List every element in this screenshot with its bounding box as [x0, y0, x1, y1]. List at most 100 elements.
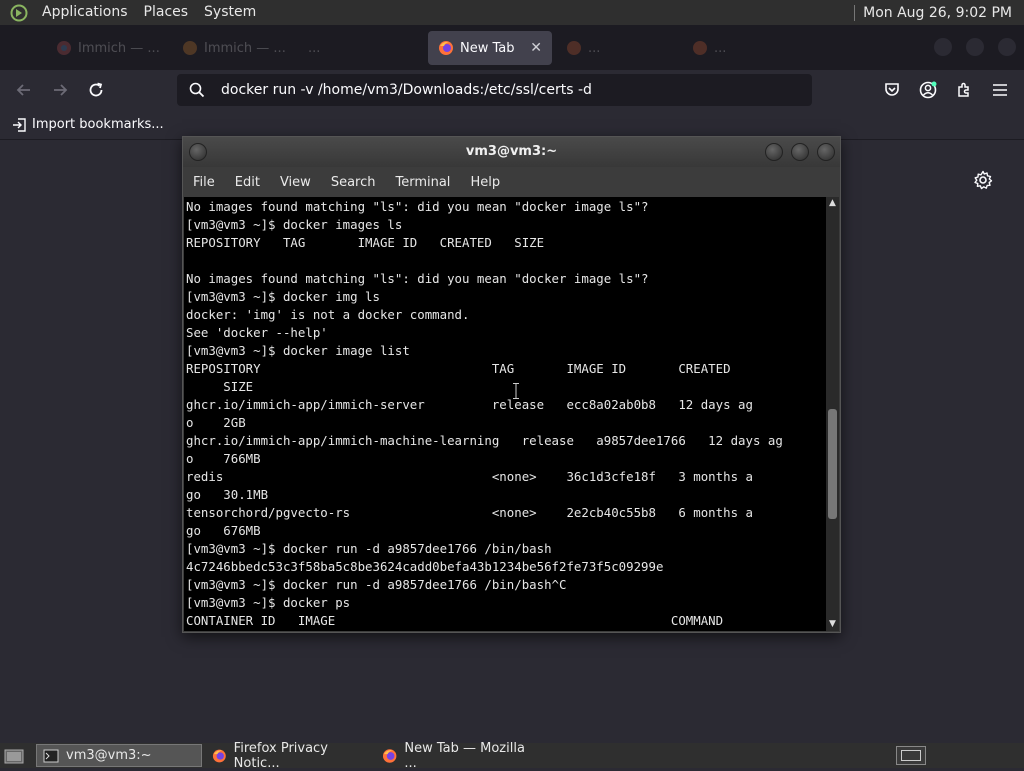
workspace-switcher[interactable]	[896, 746, 926, 765]
menu-edit[interactable]: Edit	[235, 175, 260, 190]
terminal-scrollbar[interactable]: ▲ ▼	[826, 197, 839, 631]
tab-label: Immich — ...	[204, 40, 286, 56]
terminal-line: [vm3@vm3 ~]$ docker image list	[186, 343, 410, 358]
terminal-line: See 'docker --help'	[186, 325, 328, 340]
terminal-line: No images found matching "ls": did you m…	[186, 271, 649, 286]
taskbar-item-firefox-privacy[interactable]: Firefox Privacy Notic...	[206, 741, 372, 771]
tab-bar: Immich — ... Immich — ... ... New Tab ✕ …	[0, 25, 1024, 70]
gear-icon[interactable]	[973, 170, 993, 190]
show-desktop-icon[interactable]	[4, 747, 24, 765]
search-icon	[189, 82, 209, 98]
tab-label: Immich — ...	[78, 40, 160, 56]
terminal-line: REPOSITORY TAG IMAGE ID CREATED	[186, 361, 731, 376]
menu-terminal[interactable]: Terminal	[395, 175, 450, 190]
top-panel: Applications Places System Mon Aug 26, 9…	[0, 0, 1024, 25]
terminal-line: No images found matching "ls": did you m…	[186, 199, 649, 214]
terminal-line: REPOSITORY TAG IMAGE ID CREATED SIZE	[186, 235, 545, 250]
terminal-close-button[interactable]	[817, 143, 835, 161]
terminal-line: [vm3@vm3 ~]$ docker run -d a9857dee1766 …	[186, 541, 552, 556]
scrollbar-thumb[interactable]	[828, 409, 837, 519]
taskbar-label: New Tab — Mozilla ...	[404, 740, 525, 771]
firefox-icon	[693, 41, 707, 55]
terminal-line: docker: 'img' is not a docker command.	[186, 307, 470, 322]
import-bookmarks-link[interactable]: Import bookmarks...	[32, 117, 164, 132]
menu-file[interactable]: File	[193, 175, 215, 190]
terminal-line: o 2GB	[186, 415, 246, 430]
places-menu[interactable]: Places	[136, 0, 197, 25]
panel-separator	[854, 4, 856, 21]
window-menu-button[interactable]	[189, 143, 207, 161]
tab-5[interactable]: ...	[556, 31, 676, 65]
back-arrow-icon[interactable]	[14, 80, 34, 100]
extensions-icon[interactable]	[954, 80, 974, 100]
terminal-menubar: File Edit View Search Terminal Help	[183, 167, 840, 197]
forward-arrow-icon[interactable]	[50, 80, 70, 100]
firefox-icon	[439, 41, 453, 55]
firefox-icon	[382, 748, 397, 763]
menu-help[interactable]: Help	[470, 175, 500, 190]
terminal-line: CONTAINER ID IMAGE COMMAND	[186, 613, 724, 628]
tab-label: ...	[714, 40, 727, 56]
terminal-line: ghcr.io/immich-app/immich-server release…	[186, 397, 753, 412]
immich-favicon-icon	[57, 41, 71, 55]
import-icon	[12, 117, 26, 132]
account-icon[interactable]	[918, 80, 938, 100]
tab-label: ...	[588, 40, 601, 56]
terminal-line: ghcr.io/immich-app/immich-machine-learni…	[186, 433, 783, 448]
terminal-minimize-button[interactable]	[765, 143, 783, 161]
terminal-output[interactable]: No images found matching "ls": did you m…	[184, 197, 827, 631]
tab-label: ...	[308, 40, 321, 56]
terminal-titlebar[interactable]: vm3@vm3:~	[183, 137, 840, 167]
terminal-line: tensorchord/pgvecto-rs <none> 2e2cb40c55…	[186, 505, 753, 520]
terminal-window[interactable]: vm3@vm3:~ File Edit View Search Terminal…	[182, 136, 841, 633]
applications-menu[interactable]: Applications	[34, 0, 136, 25]
taskbar-label: Firefox Privacy Notic...	[233, 740, 328, 771]
tab-3[interactable]: ...	[298, 31, 418, 65]
url-text[interactable]: docker run -v /home/vm3/Downloads:/etc/s…	[221, 82, 592, 98]
navigation-toolbar: docker run -v /home/vm3/Downloads:/etc/s…	[0, 70, 1024, 110]
terminal-line: [vm3@vm3 ~]$ docker ps	[186, 595, 351, 610]
tab-label: New Tab	[460, 40, 515, 56]
url-bar[interactable]: docker run -v /home/vm3/Downloads:/etc/s…	[177, 74, 812, 106]
close-button[interactable]	[998, 38, 1016, 56]
terminal-text: No images found matching "ls": did you m…	[184, 197, 827, 630]
firefox-icon	[567, 41, 581, 55]
tab-new-tab[interactable]: New Tab ✕	[428, 31, 552, 65]
terminal-line: redis <none> 36c1d3cfe18f 3 months a	[186, 469, 753, 484]
terminal-line: 4c7246bbedc53c3f58ba5c8be3624cadd0befa43…	[186, 559, 664, 574]
maximize-button[interactable]	[966, 38, 984, 56]
pocket-icon[interactable]	[882, 80, 902, 100]
menu-view[interactable]: View	[280, 175, 311, 190]
hamburger-menu-icon[interactable]	[990, 80, 1010, 100]
scroll-down-arrow-icon[interactable]: ▼	[826, 618, 839, 631]
reload-icon[interactable]	[86, 80, 106, 100]
terminal-line: [vm3@vm3 ~]$ docker run -d a9857dee1766 …	[186, 577, 567, 592]
clock[interactable]: Mon Aug 26, 9:02 PM	[863, 5, 1024, 21]
terminal-icon	[43, 749, 59, 762]
tab-6[interactable]: ...	[682, 31, 802, 65]
terminal-line: SIZE	[186, 379, 254, 394]
tab-immich-2[interactable]: Immich — ...	[172, 31, 292, 65]
taskbar-label: vm3@vm3:~	[66, 748, 152, 763]
terminal-title: vm3@vm3:~	[465, 144, 558, 159]
immich-favicon-icon	[183, 41, 197, 55]
distro-logo-icon[interactable]	[8, 2, 30, 24]
text-cursor-icon	[513, 383, 519, 399]
terminal-line: go 30.1MB	[186, 487, 269, 502]
terminal-line: [vm3@vm3 ~]$ docker images ls	[186, 217, 403, 232]
scroll-up-arrow-icon[interactable]: ▲	[826, 197, 839, 210]
terminal-line: go 676MB	[186, 523, 261, 538]
menu-search[interactable]: Search	[331, 175, 376, 190]
terminal-line: [vm3@vm3 ~]$ docker img ls	[186, 289, 380, 304]
tab-close-icon[interactable]: ✕	[530, 40, 542, 56]
taskbar-item-firefox-newtab[interactable]: New Tab — Mozilla ...	[376, 741, 542, 771]
bottom-taskbar: vm3@vm3:~ Firefox Privacy Notic... New T…	[0, 741, 1024, 771]
tab-immich-1[interactable]: Immich — ...	[46, 31, 166, 65]
terminal-line: o 766MB	[186, 451, 261, 466]
taskbar-item-terminal[interactable]: vm3@vm3:~	[36, 744, 202, 767]
minimize-button[interactable]	[934, 38, 952, 56]
system-menu[interactable]: System	[196, 0, 264, 25]
firefox-icon	[212, 749, 226, 762]
terminal-maximize-button[interactable]	[791, 143, 809, 161]
